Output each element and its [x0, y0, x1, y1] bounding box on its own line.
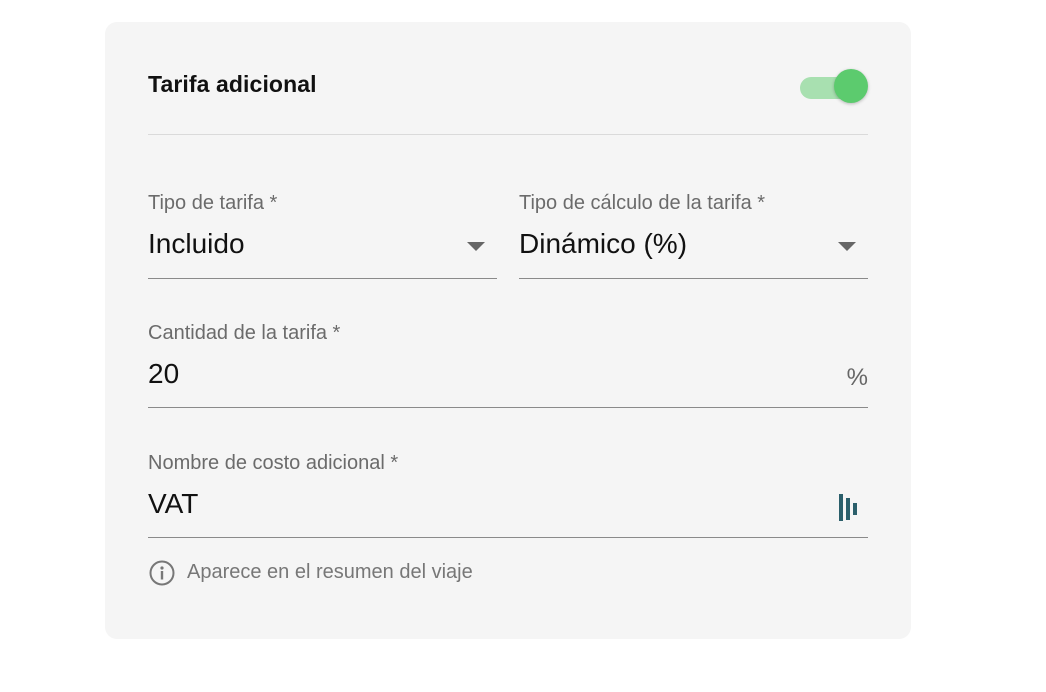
- fee-type-select[interactable]: Tipo de tarifa * Incluido: [148, 192, 497, 279]
- fee-amount-label: Cantidad de la tarifa *: [148, 322, 341, 344]
- helper-text: Aparece en el resumen del viaje: [187, 561, 473, 583]
- dashlane-icon[interactable]: [838, 494, 860, 522]
- fee-type-label: Tipo de tarifa *: [148, 192, 278, 214]
- cost-name-label: Nombre de costo adicional *: [148, 452, 399, 474]
- cost-name-input[interactable]: VAT: [148, 488, 198, 520]
- dropdown-arrow-icon: [467, 242, 485, 251]
- fee-amount-input[interactable]: 20: [148, 358, 179, 390]
- header-divider: [148, 134, 868, 135]
- additional-fee-toggle[interactable]: [800, 68, 868, 104]
- additional-fee-card: Tarifa adicional Tipo de tarifa * Inclui…: [105, 22, 911, 639]
- fee-calculation-type-label: Tipo de cálculo de la tarifa *: [519, 192, 766, 214]
- dropdown-arrow-icon: [838, 242, 856, 251]
- cost-name-field[interactable]: Nombre de costo adicional * VAT: [148, 452, 868, 538]
- fee-calculation-type-select[interactable]: Tipo de cálculo de la tarifa * Dinámico …: [519, 192, 868, 279]
- info-icon: [149, 560, 175, 586]
- toggle-thumb: [834, 69, 868, 103]
- card-title: Tarifa adicional: [148, 71, 317, 97]
- fee-calculation-type-value: Dinámico (%): [519, 228, 688, 259]
- fee-type-value: Incluido: [148, 228, 245, 259]
- percent-suffix: %: [846, 364, 868, 391]
- card-header: Tarifa adicional: [148, 66, 868, 106]
- fee-amount-field[interactable]: Cantidad de la tarifa * 20 %: [148, 322, 868, 408]
